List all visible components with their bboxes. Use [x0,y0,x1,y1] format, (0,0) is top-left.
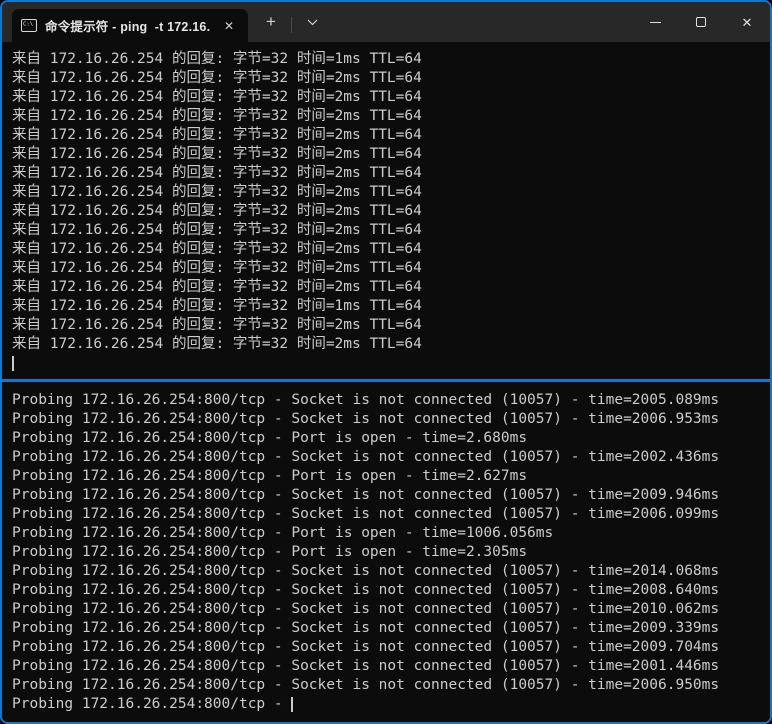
ping-reply-line: 来自 172.16.26.254 的回复: 字节=32 时间=2ms TTL=6… [12,240,770,259]
probe-result-line: Probing 172.16.26.254:800/tcp - Port is … [12,543,770,562]
ping-reply-line: 来自 172.16.26.254 的回复: 字节=32 时间=2ms TTL=6… [12,221,770,240]
ping-reply-line: 来自 172.16.26.254 的回复: 字节=32 时间=1ms TTL=6… [12,50,770,69]
ping-reply-line: 来自 172.16.26.254 的回复: 字节=32 时间=2ms TTL=6… [12,335,770,354]
ping-output-lines: 来自 172.16.26.254 的回复: 字节=32 时间=1ms TTL=6… [12,50,770,354]
probe-result-line: Probing 172.16.26.254:800/tcp - Socket i… [12,410,770,429]
close-icon: ✕ [742,16,753,29]
tcping-current-line: Probing 172.16.26.254:800/tcp - [12,695,770,714]
probe-result-line: Probing 172.16.26.254:800/tcp - Socket i… [12,676,770,695]
chevron-down-icon [307,19,318,26]
tcping-output-lines: Probing 172.16.26.254:800/tcp - Socket i… [12,391,770,695]
ping-cursor-line [12,354,770,373]
probe-result-line: Probing 172.16.26.254:800/tcp - Port is … [12,429,770,448]
probe-result-line: Probing 172.16.26.254:800/tcp - Port is … [12,467,770,486]
ping-reply-line: 来自 172.16.26.254 的回复: 字节=32 时间=2ms TTL=6… [12,164,770,183]
new-tab-button[interactable]: + [254,9,288,35]
plus-icon: + [266,12,276,32]
ping-reply-line: 来自 172.16.26.254 的回复: 字节=32 时间=2ms TTL=6… [12,183,770,202]
ping-reply-line: 来自 172.16.26.254 的回复: 字节=32 时间=2ms TTL=6… [12,145,770,164]
text-cursor [291,697,293,712]
ping-reply-line: 来自 172.16.26.254 的回复: 字节=32 时间=2ms TTL=6… [12,202,770,221]
titlebar-drag-area[interactable] [329,2,632,42]
text-cursor [12,356,14,371]
tab-cmd-ping[interactable]: C:\ 命令提示符 - ping -t 172.16.26 ✕ [12,9,248,42]
maximize-icon [696,17,706,27]
probe-result-line: Probing 172.16.26.254:800/tcp - Port is … [12,524,770,543]
probe-result-line: Probing 172.16.26.254:800/tcp - Socket i… [12,486,770,505]
probe-result-line: Probing 172.16.26.254:800/tcp - Socket i… [12,619,770,638]
titlebar[interactable]: C:\ 命令提示符 - ping -t 172.16.26 ✕ + ✕ [2,2,770,42]
close-button[interactable]: ✕ [724,2,770,42]
probe-result-line: Probing 172.16.26.254:800/tcp - Socket i… [12,505,770,524]
ping-reply-line: 来自 172.16.26.254 的回复: 字节=32 时间=2ms TTL=6… [12,278,770,297]
minimize-icon [650,22,661,23]
ping-reply-line: 来自 172.16.26.254 的回复: 字节=32 时间=2ms TTL=6… [12,126,770,145]
ping-reply-line: 来自 172.16.26.254 的回复: 字节=32 时间=2ms TTL=6… [12,88,770,107]
probe-result-line: Probing 172.16.26.254:800/tcp - Socket i… [12,448,770,467]
minimize-button[interactable] [632,2,678,42]
cmd-prompt-icon: C:\ [21,19,37,32]
ping-reply-line: 来自 172.16.26.254 的回复: 字节=32 时间=2ms TTL=6… [12,107,770,126]
probe-result-line: Probing 172.16.26.254:800/tcp - Socket i… [12,657,770,676]
tab-close-icon[interactable]: ✕ [218,15,240,37]
tab-dropdown-button[interactable] [295,9,329,35]
ping-reply-line: 来自 172.16.26.254 的回复: 字节=32 时间=2ms TTL=6… [12,316,770,335]
probe-result-line: Probing 172.16.26.254:800/tcp - Socket i… [12,581,770,600]
probe-result-line: Probing 172.16.26.254:800/tcp - Socket i… [12,391,770,410]
ping-reply-line: 来自 172.16.26.254 的回复: 字节=32 时间=1ms TTL=6… [12,297,770,316]
maximize-button[interactable] [678,2,724,42]
ping-reply-line: 来自 172.16.26.254 的回复: 字节=32 时间=2ms TTL=6… [12,259,770,278]
current-probe-text: Probing 172.16.26.254:800/tcp - [12,695,291,714]
terminal-window: C:\ 命令提示符 - ping -t 172.16.26 ✕ + ✕ 来自 1… [0,0,772,724]
probe-result-line: Probing 172.16.26.254:800/tcp - Socket i… [12,638,770,657]
probe-result-line: Probing 172.16.26.254:800/tcp - Socket i… [12,562,770,581]
tcping-output-pane[interactable]: Probing 172.16.26.254:800/tcp - Socket i… [2,382,770,722]
titlebar-divider [291,17,292,33]
ping-reply-line: 来自 172.16.26.254 的回复: 字节=32 时间=2ms TTL=6… [12,69,770,88]
ping-output-pane[interactable]: 来自 172.16.26.254 的回复: 字节=32 时间=1ms TTL=6… [2,42,770,379]
tab-title: 命令提示符 - ping -t 172.16.26 [45,16,210,35]
probe-result-line: Probing 172.16.26.254:800/tcp - Socket i… [12,600,770,619]
